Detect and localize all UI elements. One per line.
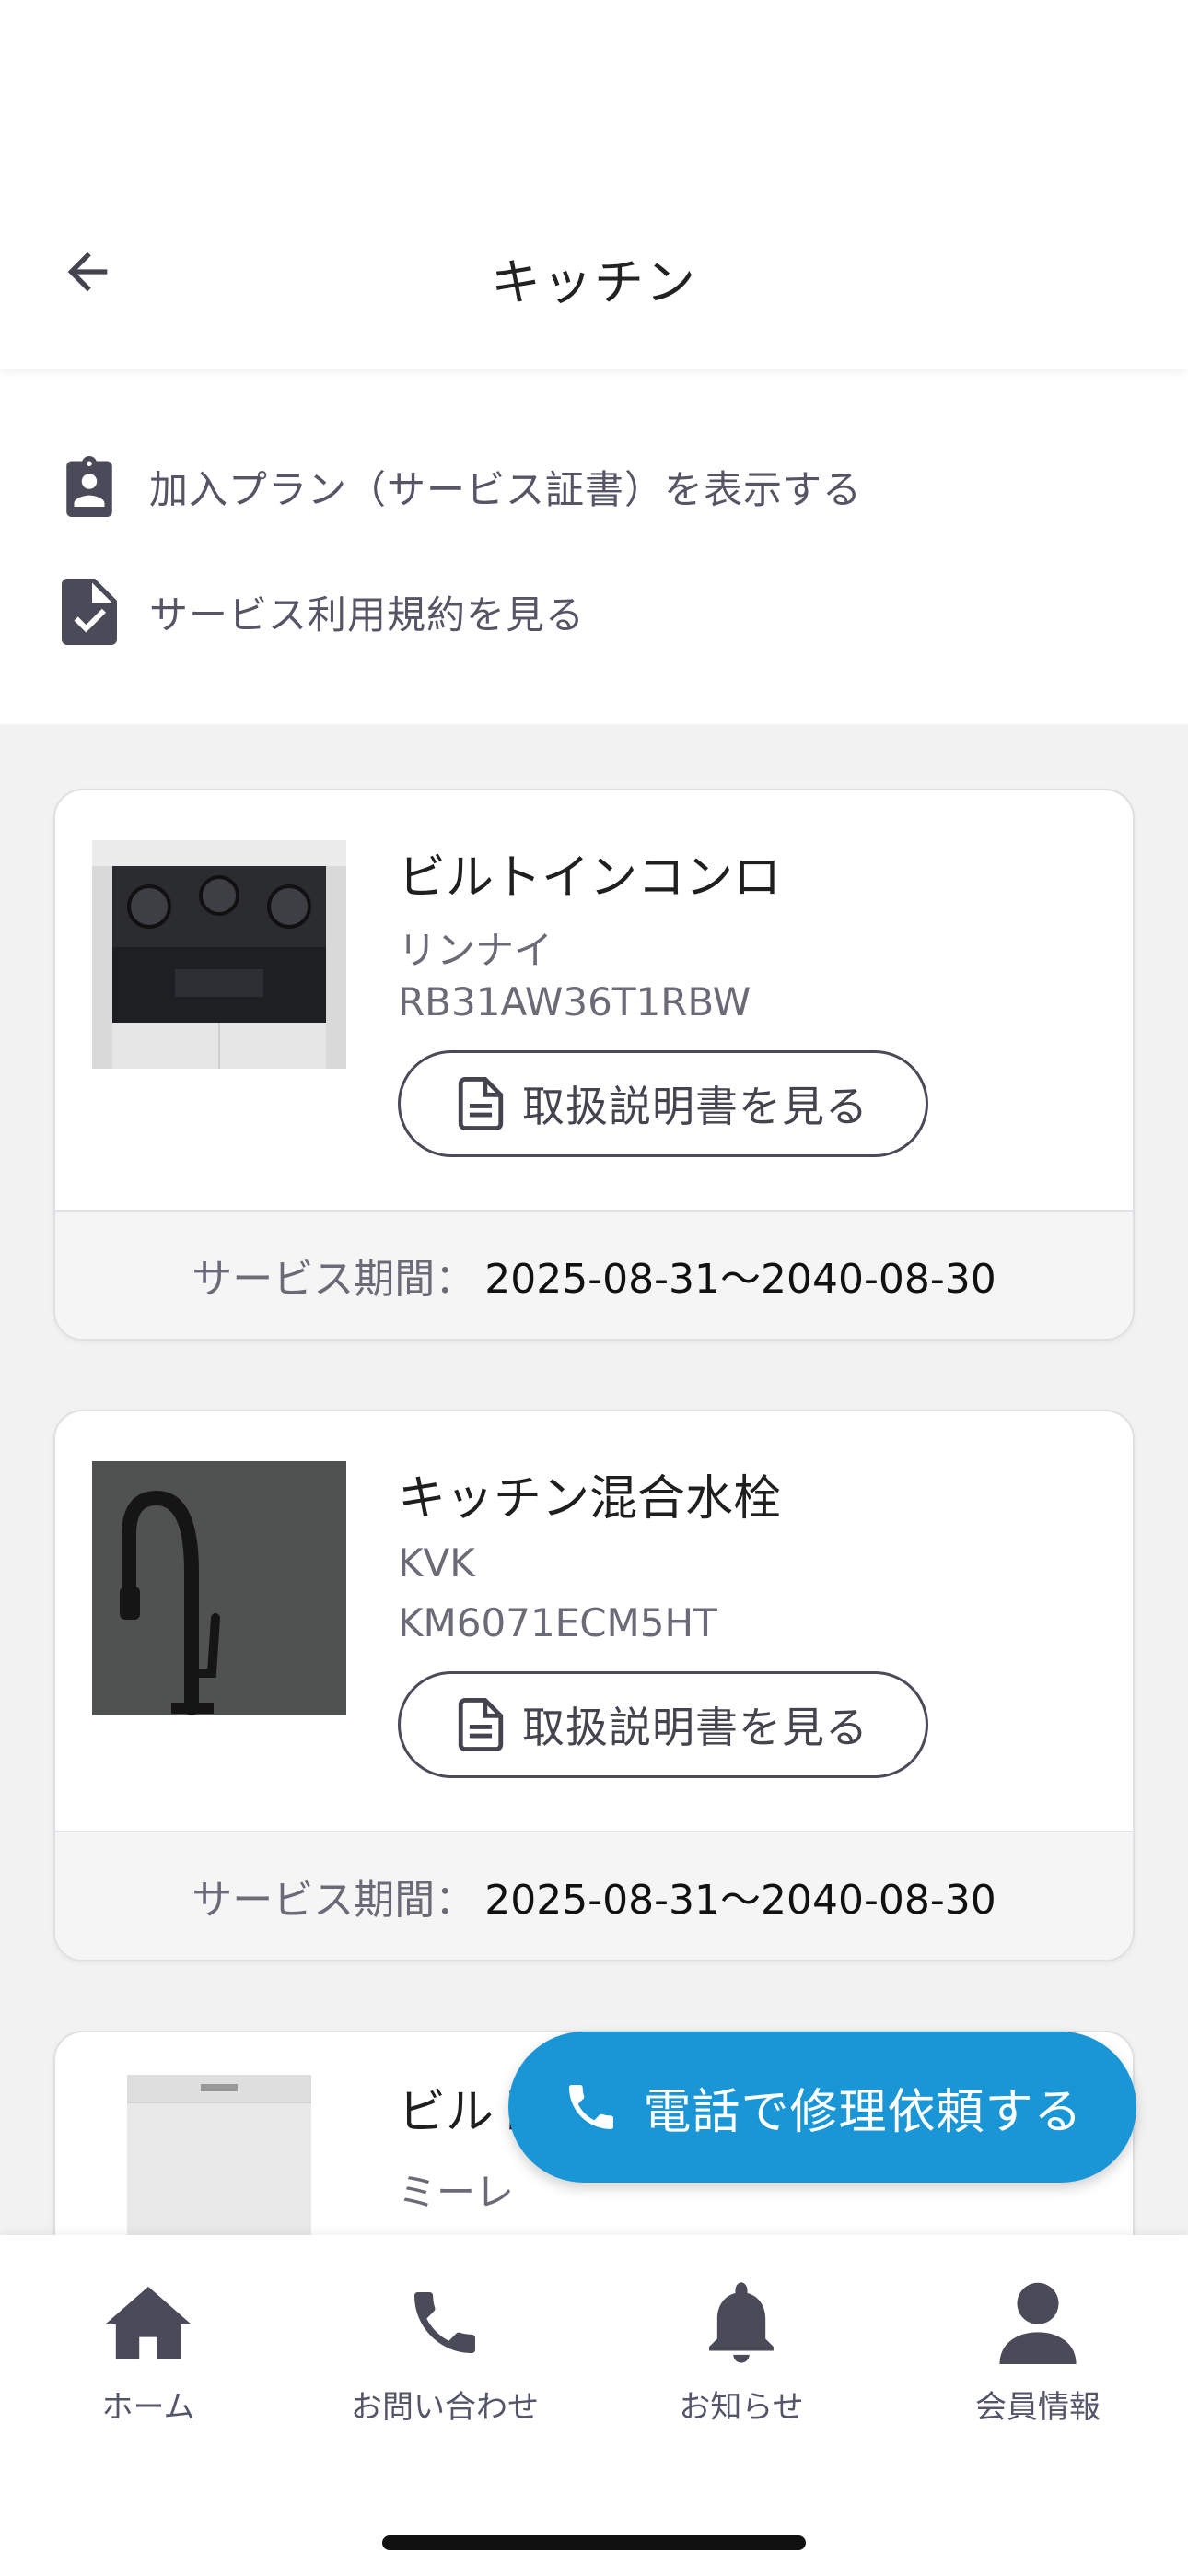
product-model: KM6071ECM5HT — [398, 1600, 717, 1645]
product-card: ビルトインコンロ リンナイ RB31AW36T1RBW 取扱説明書を見る サービ… — [53, 789, 1135, 1341]
service-period-label: サービス期間： — [192, 1877, 476, 1924]
app-header: キッチン — [0, 0, 1188, 369]
document-icon — [458, 1698, 504, 1751]
document-links: 加入プラン（サービス証書）を表示する サービス利用規約を見る — [0, 369, 1188, 724]
tab-contact-label: お問い合わせ — [351, 2389, 539, 2426]
view-manual-label: 取扱説明書を見る — [522, 1082, 868, 1131]
view-plan-label: 加入プラン（サービス証書）を表示する — [149, 466, 863, 512]
product-name: ビルトインコンロ — [398, 850, 782, 906]
product-name: キッチン混合水栓 — [398, 1471, 782, 1527]
product-card: キッチン混合水栓 KVK KM6071ECM5HT 取扱説明書を見る サービス期… — [53, 1410, 1135, 1961]
service-period: サービス期間： 2025-08-31〜2040-08-30 — [55, 1831, 1133, 1960]
tab-home[interactable]: ホーム — [0, 2277, 297, 2442]
document-icon — [458, 1077, 504, 1130]
product-image-faucet — [92, 1461, 346, 1715]
bell-icon — [695, 2277, 787, 2369]
product-maker: KVK — [398, 1540, 475, 1586]
home-indicator — [382, 2535, 806, 2550]
service-period-value: 2025-08-31〜2040-08-30 — [484, 1877, 996, 1924]
page-title: キッチン — [491, 253, 697, 311]
service-period-value: 2025-08-31〜2040-08-30 — [484, 1256, 996, 1303]
view-plan-link[interactable]: 加入プラン（サービス証書）を表示する — [57, 450, 862, 523]
call-repair-button[interactable]: 電話で修理依頼する — [508, 2032, 1136, 2183]
view-manual-button[interactable]: 取扱説明書を見る — [398, 1671, 928, 1778]
view-manual-label: 取扱説明書を見る — [522, 1703, 868, 1752]
product-image-stove — [92, 840, 346, 1095]
service-period-label: サービス期間： — [192, 1256, 476, 1303]
tab-news-label: お知らせ — [679, 2389, 804, 2426]
terms-label: サービス利用規約を見る — [149, 591, 586, 638]
tab-contact[interactable]: お問い合わせ — [297, 2277, 593, 2442]
tab-home-label: ホーム — [101, 2389, 195, 2426]
phone-icon — [399, 2277, 491, 2369]
clipboard-account-icon — [57, 450, 122, 523]
tab-news[interactable]: お知らせ — [593, 2277, 890, 2442]
view-manual-button[interactable]: 取扱説明書を見る — [398, 1050, 928, 1157]
phone-icon — [569, 2085, 614, 2129]
service-period: サービス期間： 2025-08-31〜2040-08-30 — [55, 1210, 1133, 1339]
product-model: RB31AW36T1RBW — [398, 979, 751, 1025]
tab-account[interactable]: 会員情報 — [890, 2277, 1186, 2442]
product-maker: ミーレ — [398, 2170, 515, 2215]
bottom-tab-bar: ホーム お問い合わせ お知らせ 会員情報 — [0, 2235, 1188, 2576]
terms-link[interactable]: サービス利用規約を見る — [57, 575, 585, 649]
account-icon — [992, 2277, 1084, 2369]
product-maker: リンナイ — [398, 928, 553, 973]
call-repair-label: 電話で修理依頼する — [643, 2084, 1083, 2140]
home-icon — [102, 2277, 194, 2369]
tab-account-label: 会員情報 — [975, 2389, 1101, 2426]
file-check-icon — [57, 575, 122, 649]
